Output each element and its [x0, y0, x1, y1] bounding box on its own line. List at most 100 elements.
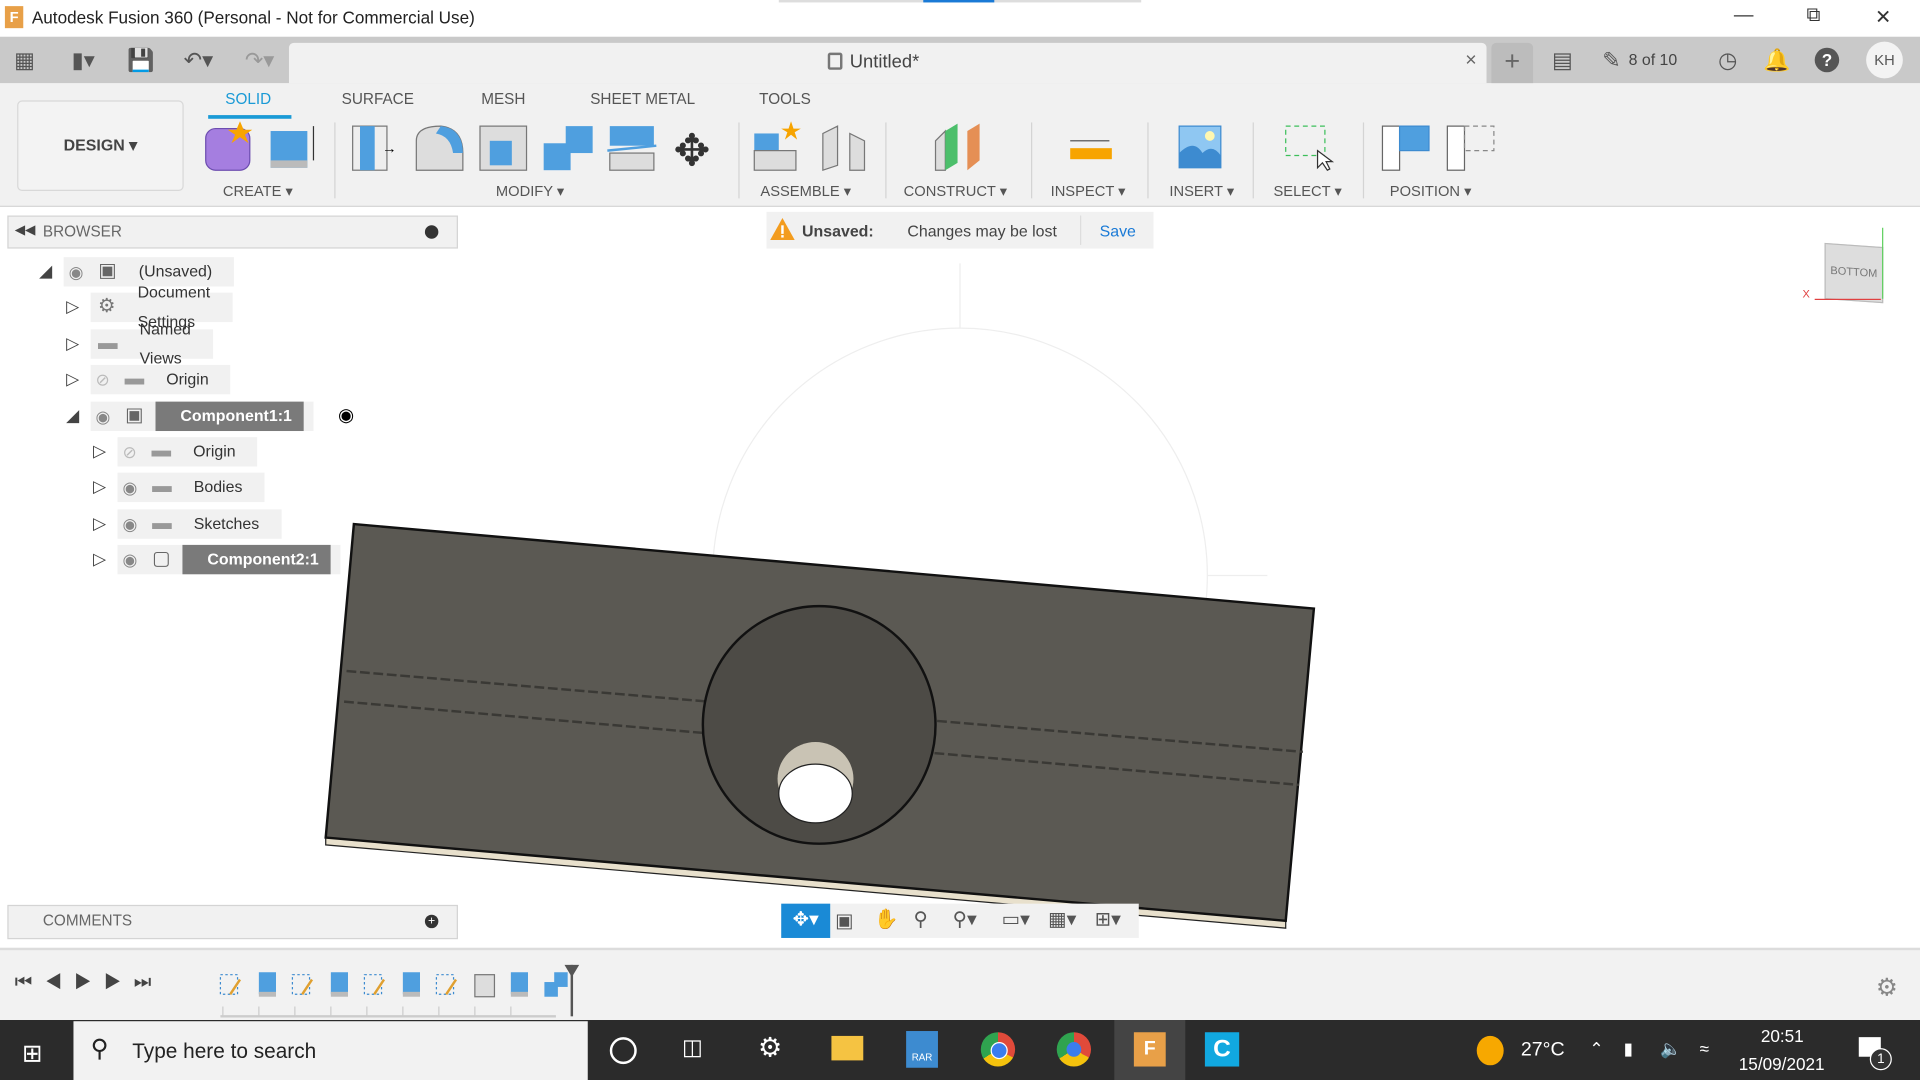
capture-position-icon[interactable]	[1381, 125, 1430, 171]
extrude-icon[interactable]	[270, 126, 315, 168]
assemble-menu[interactable]: ASSEMBLE ▾	[760, 182, 851, 199]
expand-arrow-icon[interactable]: ▷	[66, 297, 79, 318]
collapse-arrow-icon[interactable]: ◢	[39, 261, 52, 282]
browser-node[interactable]: ◉ ▣ Component1:1	[90, 401, 314, 431]
browser-node[interactable]: ⊘ ▬ Origin	[117, 437, 258, 467]
timeline-combine-icon[interactable]	[544, 972, 568, 997]
show-hidden-icons[interactable]: ⌃	[1589, 1038, 1603, 1059]
orbit-icon[interactable]: ✥▾	[781, 903, 831, 938]
browser-minimize-icon[interactable]	[424, 225, 439, 239]
help-icon[interactable]: ?	[1814, 47, 1840, 73]
eye-hidden-icon[interactable]: ⊘	[122, 437, 136, 466]
3d-viewport[interactable]	[0, 207, 1920, 948]
browser-node[interactable]: ⊘ ▬ Origin	[90, 365, 231, 395]
fusion-taskbar-button[interactable]: F	[1114, 1020, 1186, 1081]
job-status-icon[interactable]: ✎	[1598, 47, 1625, 74]
wifi-icon[interactable]: ≈	[1700, 1038, 1709, 1058]
previous-step-icon[interactable]: ◀	[45, 972, 75, 993]
timeline-body-icon[interactable]	[474, 974, 496, 998]
insert-image-icon[interactable]	[1178, 125, 1222, 169]
browser-node[interactable]: ▬ Named Views	[90, 319, 213, 367]
expand-arrow-icon[interactable]: ▷	[93, 549, 106, 570]
create-menu[interactable]: CREATE ▾	[223, 182, 293, 199]
expand-arrow-icon[interactable]: ▷	[66, 333, 79, 354]
clock-date[interactable]: 15/09/2021	[1739, 1054, 1825, 1074]
close-button[interactable]: ✕	[1865, 5, 1902, 29]
timeline-extrude-icon[interactable]	[402, 972, 421, 997]
construct-menu[interactable]: CONSTRUCT ▾	[904, 182, 1007, 199]
redo-icon[interactable]: ↷▾	[236, 47, 283, 74]
browser-node[interactable]: ◉ ▢ Component2:1	[117, 545, 341, 575]
document-tab[interactable]: Untitled* ×	[288, 42, 1487, 84]
playback-controls[interactable]: ⏮◀▶▶⏭	[15, 972, 164, 994]
expand-arrow-icon[interactable]: ▷	[93, 441, 106, 462]
winrar-icon[interactable]: RAR	[906, 1031, 938, 1068]
position-menu[interactable]: POSITION ▾	[1390, 182, 1472, 199]
save-icon[interactable]: 💾	[127, 47, 154, 74]
modify-menu[interactable]: MODIFY ▾	[496, 182, 564, 199]
tab-mesh[interactable]: MESH	[481, 91, 525, 108]
cura-icon[interactable]: C	[1204, 1032, 1240, 1067]
eye-icon[interactable]: ◉	[69, 257, 84, 286]
comments-icon[interactable]: ▤	[1549, 47, 1576, 74]
pan-icon[interactable]: ✋	[874, 907, 898, 931]
expand-arrow-icon[interactable]: ▷	[93, 513, 106, 534]
next-step-icon[interactable]: ▶	[104, 972, 134, 993]
new-joint-component-icon[interactable]	[753, 121, 801, 171]
cortana-icon[interactable]	[609, 1037, 637, 1065]
save-link[interactable]: Save	[1100, 222, 1136, 240]
restore-button[interactable]: ⧉	[1795, 5, 1832, 27]
collapse-arrow-icon[interactable]: ◢	[66, 405, 79, 426]
timeline-features[interactable]	[216, 962, 596, 1018]
display-settings-icon[interactable]: ▭▾	[1002, 907, 1030, 931]
taskbar-search[interactable]: ⚲ Type here to search	[73, 1021, 588, 1081]
look-at-icon[interactable]: ▣	[835, 909, 854, 933]
expand-arrow-icon[interactable]: ▷	[93, 477, 106, 498]
job-status-count[interactable]: 8 of 10	[1629, 50, 1678, 68]
fit-icon[interactable]: ⚲▾	[953, 907, 977, 931]
construct-plane-icon[interactable]	[934, 123, 980, 171]
joint-icon[interactable]	[822, 125, 866, 172]
through-hole[interactable]	[778, 763, 853, 824]
chrome-icon[interactable]	[980, 1032, 1016, 1067]
eye-icon[interactable]: ◉	[96, 401, 111, 430]
timeline-sketch-icon[interactable]	[219, 974, 242, 995]
notification-bell-icon[interactable]: 🔔	[1763, 47, 1790, 74]
task-view-icon[interactable]: ◫	[682, 1035, 703, 1061]
eye-icon[interactable]: ◉	[122, 509, 137, 538]
close-tab-icon[interactable]: ×	[1465, 50, 1476, 72]
weather-temp[interactable]: 27°C	[1521, 1040, 1565, 1062]
inspect-menu[interactable]: INSPECT ▾	[1051, 182, 1126, 199]
browser-node[interactable]: ◉ ▬ Bodies	[117, 473, 265, 503]
file-explorer-icon[interactable]	[831, 1035, 864, 1061]
select-menu[interactable]: SELECT ▾	[1273, 182, 1341, 199]
eye-hidden-icon[interactable]: ⊘	[96, 365, 110, 394]
eye-icon[interactable]: ◉	[122, 473, 137, 502]
collapse-browser-icon[interactable]: ◀◀	[15, 222, 36, 238]
file-menu-icon[interactable]: ▮▾	[61, 47, 105, 74]
timeline-extrude-icon[interactable]	[330, 972, 349, 997]
split-face-icon[interactable]	[607, 126, 657, 171]
browser-node[interactable]: ◉ ▬ Sketches	[117, 509, 282, 539]
apps-grid-icon[interactable]: ▦	[11, 47, 38, 74]
timeline-extrude-icon[interactable]	[258, 972, 277, 997]
timeline-settings-icon[interactable]: ⚙	[1876, 972, 1898, 1003]
timeline-sketch-icon[interactable]	[435, 974, 458, 995]
minimize-button[interactable]: —	[1725, 5, 1762, 27]
tab-tools[interactable]: TOOLS	[759, 91, 811, 108]
press-pull-icon[interactable]: →	[352, 125, 397, 171]
weather-sun-icon[interactable]	[1476, 1035, 1504, 1066]
tab-surface[interactable]: SURFACE	[342, 91, 414, 108]
activate-component-icon[interactable]: ◉	[338, 404, 354, 426]
tab-sheet-metal[interactable]: SHEET METAL	[590, 91, 695, 108]
chrome-profile-icon[interactable]	[1056, 1032, 1092, 1067]
volume-icon[interactable]: 🔈	[1660, 1038, 1681, 1059]
timeline-extrude-icon[interactable]	[510, 972, 529, 997]
viewcube[interactable]: BOTTOM	[1824, 242, 1884, 304]
measure-icon[interactable]	[1070, 140, 1112, 160]
timeline-sketch-icon[interactable]	[363, 974, 386, 995]
combine-icon[interactable]	[543, 126, 593, 171]
fillet-icon[interactable]	[415, 125, 464, 171]
select-window-icon[interactable]	[1285, 125, 1335, 171]
last-step-icon[interactable]: ⏭	[134, 972, 164, 993]
